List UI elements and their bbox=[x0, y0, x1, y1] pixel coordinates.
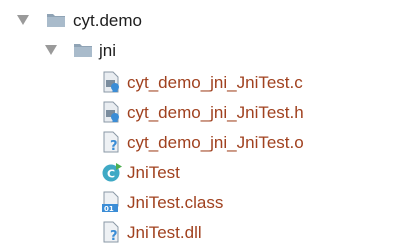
tree-item-label: cyt_demo_jni_JniTest.c bbox=[127, 73, 303, 92]
tree-item-label: cyt_demo_jni_JniTest.h bbox=[127, 103, 304, 122]
tree-item-file[interactable]: ? JniTest.dll bbox=[0, 217, 417, 247]
svg-text:C: C bbox=[107, 168, 115, 181]
tree-item-file[interactable]: cyt_demo_jni_JniTest.h bbox=[0, 97, 417, 127]
folder-icon bbox=[46, 9, 66, 31]
class-file-icon: 01 bbox=[101, 191, 121, 213]
unknown-file-icon: ? bbox=[101, 131, 121, 154]
tree-item-label: cyt.demo bbox=[73, 11, 142, 30]
svg-text:?: ? bbox=[110, 229, 118, 243]
svg-text:01: 01 bbox=[104, 205, 114, 213]
expand-arrow-icon[interactable] bbox=[45, 45, 57, 55]
tree-item-label: jni bbox=[99, 41, 117, 60]
h-file-icon bbox=[101, 101, 121, 123]
tree-item-label: JniTest bbox=[127, 163, 180, 182]
tree-item-file[interactable]: ? cyt_demo_jni_JniTest.o bbox=[0, 127, 417, 157]
tree-item-cyt-demo[interactable]: cyt.demo bbox=[0, 5, 417, 35]
c-file-icon bbox=[101, 71, 121, 93]
tree-item-file[interactable]: cyt_demo_jni_JniTest.c bbox=[0, 67, 417, 97]
tree-item-jni[interactable]: jni bbox=[0, 35, 417, 65]
tree-item-file[interactable]: 01 JniTest.class bbox=[0, 187, 417, 217]
project-tree: cyt.demo jni cyt_demo_jni_JniTest.c cyt_… bbox=[0, 0, 417, 247]
svg-text:?: ? bbox=[110, 139, 118, 153]
java-class-icon: C bbox=[101, 161, 122, 183]
tree-item-label: cyt_demo_jni_JniTest.o bbox=[127, 133, 304, 152]
expand-arrow-icon[interactable] bbox=[17, 15, 29, 25]
tree-item-label: JniTest.class bbox=[127, 193, 224, 212]
folder-icon bbox=[73, 39, 93, 61]
tree-item-class[interactable]: C JniTest bbox=[0, 157, 417, 187]
tree-item-label: JniTest.dll bbox=[127, 223, 202, 242]
unknown-file-icon: ? bbox=[101, 221, 121, 244]
